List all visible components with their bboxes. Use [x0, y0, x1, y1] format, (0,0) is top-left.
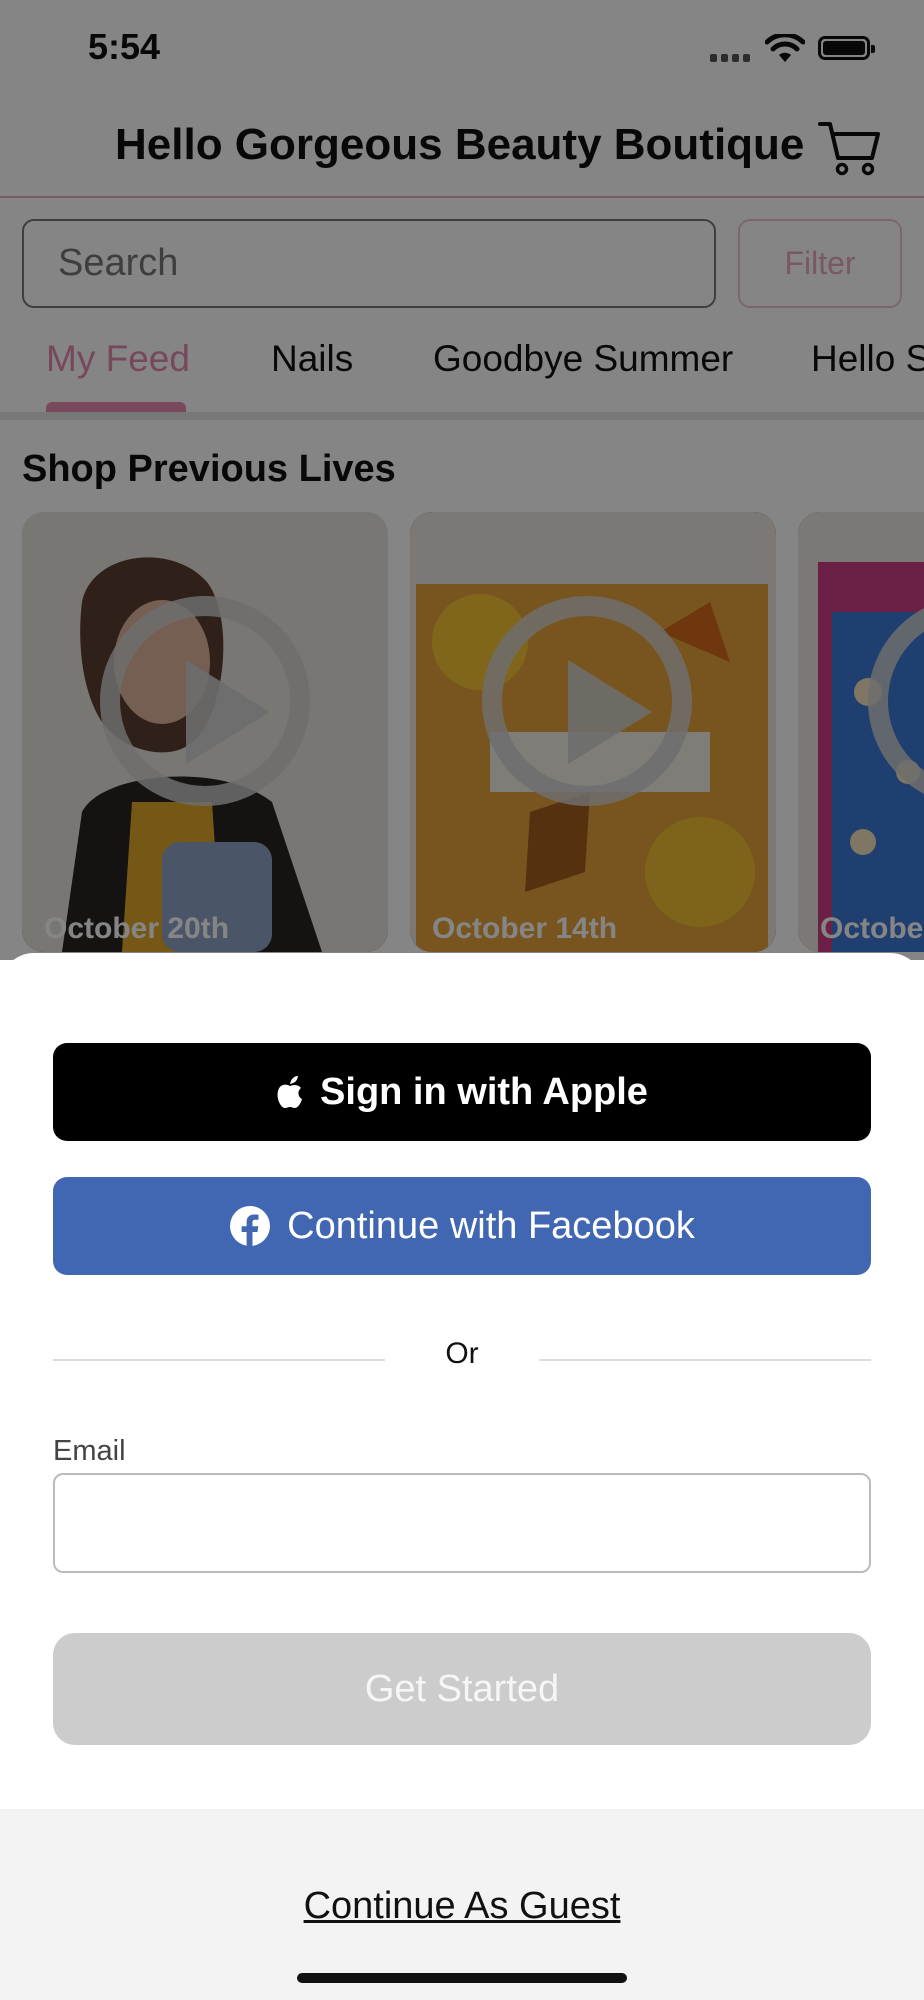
- modal-backdrop[interactable]: [0, 0, 924, 960]
- sign-in-with-apple-button[interactable]: Sign in with Apple: [53, 1043, 871, 1141]
- guest-footer: Continue As Guest: [0, 1809, 924, 2000]
- apple-button-label: Sign in with Apple: [320, 1070, 648, 1113]
- facebook-icon: [230, 1206, 271, 1247]
- sign-in-sheet: Sign in with Apple Continue with Faceboo…: [0, 953, 924, 2000]
- continue-as-guest-link[interactable]: Continue As Guest: [0, 1885, 924, 1928]
- home-indicator[interactable]: [297, 1973, 627, 1983]
- email-label: Email: [53, 1435, 126, 1467]
- or-separator: Or: [445, 1337, 479, 1370]
- continue-with-facebook-button[interactable]: Continue with Facebook: [53, 1177, 871, 1275]
- divider-right: [539, 1359, 871, 1361]
- apple-icon: [277, 1076, 303, 1108]
- app-screen: 5:54 Hello Gorgeous Beauty Boutique Sear…: [0, 0, 924, 2000]
- email-field[interactable]: [53, 1473, 871, 1573]
- facebook-button-label: Continue with Facebook: [287, 1204, 695, 1247]
- get-started-button[interactable]: Get Started: [53, 1633, 871, 1745]
